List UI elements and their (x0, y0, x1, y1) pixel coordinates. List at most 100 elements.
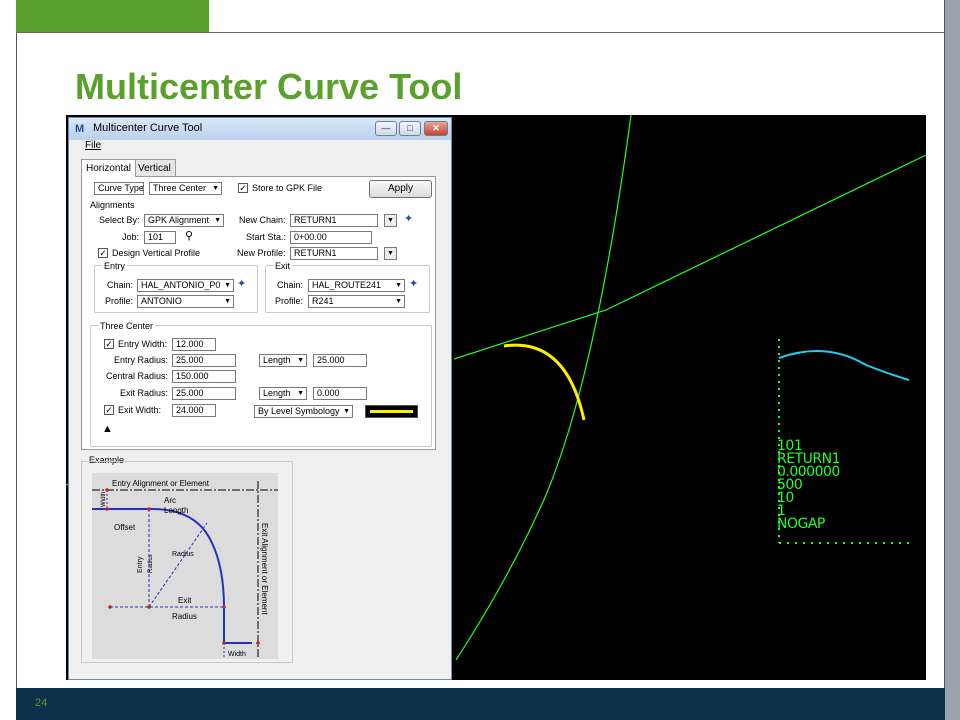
entry-length-field[interactable]: 25.000 (313, 354, 367, 367)
select-by-label: Select By: (99, 215, 140, 225)
horizontal-tab-panel: Curve Type: Three Center ▼ ✓ Store to GP… (81, 176, 436, 450)
tab-horizontal[interactable]: Horizontal (81, 159, 137, 177)
entry-text: Entry (137, 556, 144, 573)
chevron-down-icon: ▼ (224, 282, 231, 289)
start-sta-field[interactable]: 0+00.00 (290, 231, 372, 244)
pick-chain-icon[interactable]: ✦ (404, 213, 413, 225)
maximize-button[interactable]: □ (399, 121, 421, 136)
job-label: Job: (122, 232, 140, 242)
exit-width-field[interactable]: 24.000 (172, 404, 216, 417)
store-to-gpk-label: Store to GPK File (252, 183, 323, 193)
exit-radius-label: Exit Radius: (120, 388, 169, 398)
entry-width-checkbox[interactable]: ✓ (104, 339, 114, 349)
minimize-icon: — (381, 123, 391, 133)
collapse-arrow-icon[interactable]: ▲ (102, 423, 113, 435)
radius-center-text: Radius (172, 551, 194, 558)
new-profile-label: New Profile: (237, 248, 286, 258)
curve-type-dropdown[interactable]: Three Center ▼ (149, 182, 222, 195)
radius-bottom-text: Radius (172, 612, 197, 621)
footer-bar (16, 688, 945, 720)
pick-exit-chain-icon[interactable]: ✦ (409, 278, 418, 290)
cad-alignment-line (453, 154, 926, 360)
entry-group-label: Entry (102, 261, 128, 271)
exit-alignment-text: Exit Alignment or Element (260, 523, 269, 615)
dialog-titlebar[interactable]: M Multicenter Curve Tool — □ ✕ (69, 118, 451, 140)
design-vertical-profile-checkbox[interactable]: ✓ (98, 248, 108, 258)
exit-length-type-value: Length (263, 388, 291, 398)
entry-alignment-text: Entry Alignment or Element (112, 479, 210, 488)
chevron-down-icon: ▼ (297, 390, 304, 397)
multicenter-curve-dialog: M Multicenter Curve Tool — □ ✕ File Hori… (68, 117, 452, 680)
search-icon[interactable]: ⚲ (185, 229, 193, 242)
radius-vertical-text: Radius (148, 554, 154, 573)
entry-radius-field[interactable]: 25.000 (172, 354, 236, 367)
exit-profile-label: Profile: (275, 296, 304, 306)
left-rule (16, 33, 17, 688)
chevron-down-icon: ▼ (387, 217, 394, 224)
exit-width-label: Exit Width: (118, 405, 162, 415)
new-profile-field[interactable]: RETURN1 (290, 247, 378, 260)
menu-file[interactable]: File (85, 140, 101, 151)
entry-length-type-value: Length (263, 355, 291, 365)
three-center-group-label: Three Center (98, 321, 156, 331)
entry-profile-dropdown[interactable]: ANTONIO ▼ (137, 295, 234, 308)
header-rule (16, 32, 945, 33)
curve-type-button[interactable]: Curve Type: (94, 182, 144, 195)
new-chain-field[interactable]: RETURN1 (290, 214, 378, 227)
job-field[interactable]: 101 (144, 231, 176, 244)
exit-profile-dropdown[interactable]: R241 ▼ (308, 295, 405, 308)
store-to-gpk-checkbox[interactable]: ✓ (238, 183, 248, 193)
minimize-button[interactable]: — (375, 121, 397, 136)
curve-type-value: Three Center (153, 183, 207, 193)
exit-text: Exit (178, 596, 192, 605)
entry-length-type-dropdown[interactable]: Length ▼ (259, 354, 307, 367)
exit-width-checkbox[interactable]: ✓ (104, 405, 114, 415)
header-accent-tab (16, 0, 209, 33)
chevron-down-icon: ▼ (224, 298, 231, 305)
page-number: 24 (35, 697, 48, 709)
close-icon: ✕ (432, 123, 440, 133)
new-chain-dropdown-button[interactable]: ▼ (384, 214, 397, 227)
chevron-down-icon: ▼ (395, 298, 402, 305)
chevron-down-icon: ▼ (297, 357, 304, 364)
new-profile-dropdown-button[interactable]: ▼ (384, 247, 397, 260)
cad-multicenter-curve (503, 343, 586, 421)
cad-route-line (455, 115, 632, 661)
right-edge-bar (945, 0, 960, 720)
example-panel: Entry Alignment or Element Width Arc Len… (81, 461, 293, 663)
cad-profile-curve (778, 349, 910, 381)
exit-chain-dropdown[interactable]: HAL_ROUTE241 ▼ (308, 279, 405, 292)
entry-radius-label: Entry Radius: (114, 355, 169, 365)
pick-entry-chain-icon[interactable]: ✦ (237, 278, 246, 290)
entry-width-field[interactable]: 12.000 (172, 338, 216, 351)
exit-radius-field[interactable]: 25.000 (172, 387, 236, 400)
new-chain-label: New Chain: (239, 215, 286, 225)
entry-chain-dropdown[interactable]: HAL_ANTONIO_P0 ▼ (137, 279, 234, 292)
width-bottom-text: Width (228, 651, 246, 658)
entry-chain-label: Chain: (107, 280, 134, 290)
line-color-swatch[interactable] (365, 405, 418, 418)
chevron-down-icon: ▼ (387, 250, 394, 257)
entry-profile-value: ANTONIO (141, 296, 182, 306)
tab-vertical[interactable]: Vertical (133, 159, 176, 176)
symbology-dropdown[interactable]: By Level Symbology ▼ (254, 405, 353, 418)
chevron-down-icon: ▼ (343, 408, 350, 415)
close-button[interactable]: ✕ (424, 121, 448, 136)
chevron-down-icon: ▼ (212, 185, 219, 192)
line-color-sample (370, 410, 413, 413)
arc-text: Arc (164, 496, 176, 505)
cad-info-line: NOGAP (777, 516, 825, 532)
entry-width-label: Entry Width: (118, 339, 168, 349)
central-radius-label: Central Radius: (106, 371, 169, 381)
menu-bar: File (69, 140, 451, 154)
apply-button[interactable]: Apply (369, 180, 432, 198)
exit-length-type-dropdown[interactable]: Length ▼ (259, 387, 307, 400)
diagram-background (92, 473, 278, 659)
chevron-down-icon: ▼ (395, 282, 402, 289)
exit-length-field[interactable]: 0.000 (313, 387, 367, 400)
maximize-icon: □ (407, 123, 413, 133)
select-by-dropdown[interactable]: GPK Alignment ▼ (144, 214, 224, 227)
central-radius-field[interactable]: 150.000 (172, 370, 236, 383)
length-text: Length (164, 506, 188, 515)
exit-profile-value: R241 (312, 296, 334, 306)
